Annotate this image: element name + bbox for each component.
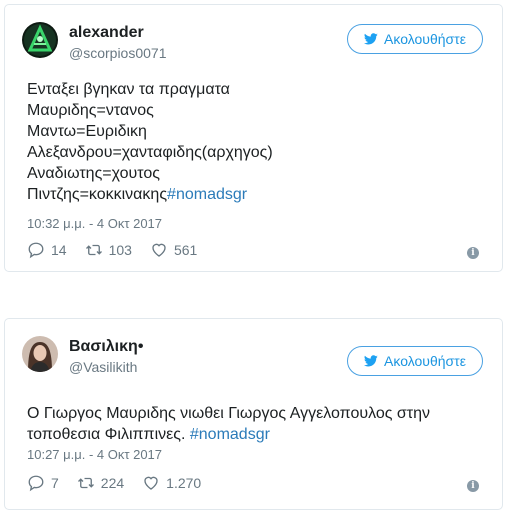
- tweet-line: Ενταξει βγηκαν τα πραγματα: [27, 81, 230, 98]
- avatar[interactable]: [22, 336, 58, 372]
- follow-button[interactable]: Ακολουθήστε: [347, 346, 483, 376]
- info-icon[interactable]: i: [467, 247, 479, 259]
- reply-count: 7: [51, 475, 59, 491]
- info-icon[interactable]: i: [467, 480, 479, 492]
- tweet-line: Αναδιωτης=χουτος: [27, 165, 160, 182]
- heart-icon: [144, 476, 158, 490]
- avatar-green-logo-icon: [22, 22, 58, 58]
- retweet-icon: [77, 477, 94, 489]
- retweet-button[interactable]: 224: [77, 474, 124, 492]
- avatar[interactable]: [22, 22, 58, 58]
- tweet-timestamp[interactable]: 10:32 μ.μ. - 4 Οκτ 2017: [27, 216, 162, 231]
- avatar-photo-icon: [22, 336, 58, 372]
- author-handle[interactable]: @scorpios0071: [69, 45, 167, 61]
- tweet-line: Πιντζης=κοκκινακης#nomadsgr: [27, 184, 273, 205]
- author-name[interactable]: alexander: [69, 24, 144, 42]
- name-glyph: •: [137, 338, 144, 355]
- tweet-card: Βασιλικη• @Vasilikith Ακολουθήστε Ο Γιωρ…: [4, 318, 503, 510]
- author-name-text: Βασιλικη: [69, 338, 138, 355]
- like-count: 561: [173, 242, 198, 258]
- reply-button[interactable]: 7: [27, 474, 59, 492]
- tweet-card: alexander @scorpios0071 Ακολουθήστε Εντα…: [4, 4, 503, 272]
- tweet-line-text: Πιντζης=κοκκινακης: [27, 186, 168, 203]
- like-button[interactable]: 1.270: [142, 474, 201, 492]
- tweet-line: Αλεξανδρου=χανταφιδης(αρχηγος): [27, 144, 273, 161]
- twitter-bird-icon: [364, 355, 378, 367]
- tweet-line: τοποθεσια Φιλιππινες. #nomadsgr: [27, 424, 430, 445]
- hashtag-link[interactable]: #nomadsgr: [167, 186, 247, 203]
- reply-icon: [28, 475, 44, 492]
- like-button[interactable]: 561: [150, 241, 197, 259]
- tweet-text: Ενταξει βγηκαν τα πραγματα Μαυριδης=νταν…: [27, 79, 273, 205]
- tweet-actions: 7 224 1.270: [27, 474, 219, 492]
- follow-button[interactable]: Ακολουθήστε: [347, 24, 483, 54]
- tweet-line-text: τοποθεσια Φιλιππινες.: [27, 426, 190, 443]
- retweet-button[interactable]: 103: [85, 241, 132, 259]
- tweet-text: Ο Γιωργος Μαυριδης νιωθει Γιωργος Αγγελο…: [27, 403, 430, 445]
- reply-count: 14: [51, 242, 67, 258]
- reply-icon: [28, 242, 44, 259]
- retweet-icon: [85, 244, 102, 256]
- retweet-count: 224: [100, 475, 125, 491]
- twitter-bird-icon: [364, 33, 378, 45]
- tweet-line: Ο Γιωργος Μαυριδης νιωθει Γιωργος Αγγελο…: [27, 405, 430, 422]
- tweet-timestamp[interactable]: 10:27 μ.μ. - 4 Οκτ 2017: [27, 447, 162, 462]
- author-name[interactable]: Βασιλικη•: [69, 338, 143, 356]
- reply-button[interactable]: 14: [27, 241, 67, 259]
- hashtag-link[interactable]: #nomadsgr: [190, 426, 270, 443]
- heart-icon: [152, 243, 166, 257]
- follow-label: Ακολουθήστε: [384, 31, 466, 47]
- retweet-count: 103: [108, 242, 132, 258]
- follow-label: Ακολουθήστε: [384, 353, 466, 369]
- author-handle[interactable]: @Vasilikith: [69, 359, 137, 375]
- tweet-actions: 14 103 561: [27, 241, 215, 259]
- like-count: 1.270: [166, 475, 202, 491]
- tweet-line: Μαυριδης=ντανος: [27, 102, 154, 119]
- tweet-line: Μαντω=Ευριδικη: [27, 123, 147, 140]
